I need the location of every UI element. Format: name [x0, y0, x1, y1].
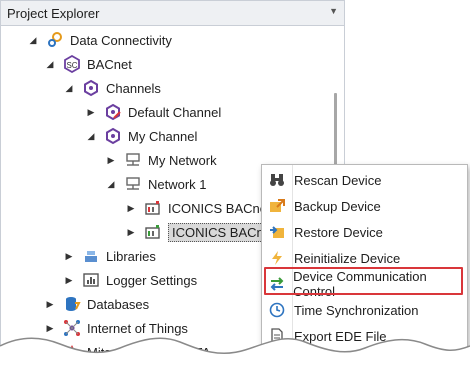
- tree-item-label: My Channel: [128, 128, 198, 144]
- collapsed-arrow-icon[interactable]: ▶: [62, 251, 76, 262]
- tree-item-label: Data Connectivity: [70, 32, 172, 48]
- svg-text:SC: SC: [66, 61, 77, 70]
- collapsed-arrow-icon[interactable]: ▶: [124, 227, 138, 238]
- tree-item-logger-settings[interactable]: ▶ Logger Settings: [62, 268, 198, 292]
- context-menu: Rescan Device Backup Device Restore Devi…: [261, 164, 468, 354]
- expanded-arrow-icon[interactable]: ◢: [62, 83, 76, 94]
- binoculars-icon: [262, 172, 292, 188]
- tree-item-label: BACnet: [87, 56, 132, 72]
- expanded-arrow-icon[interactable]: ◢: [84, 131, 98, 142]
- expanded-arrow-icon[interactable]: ◢: [26, 35, 40, 46]
- channel-icon: [104, 103, 122, 121]
- device-icon: [144, 223, 162, 241]
- tree-item-channels[interactable]: ◢ Channels: [62, 76, 161, 100]
- menu-item-backup-device[interactable]: Backup Device: [262, 193, 467, 219]
- highlight-box: [264, 267, 463, 295]
- collapsed-arrow-icon[interactable]: ▶: [84, 107, 98, 118]
- tree-item-label: Databases: [87, 296, 150, 312]
- tree-item-label: Network 1: [148, 176, 207, 192]
- tree-item-label: Libraries: [106, 248, 156, 264]
- device-icon: [144, 199, 162, 217]
- torn-edge: [0, 337, 470, 375]
- tree-item-label: My Network: [148, 152, 217, 168]
- tree-item-network-1[interactable]: ◢ Network 1: [104, 172, 207, 196]
- collapsed-arrow-icon[interactable]: ▶: [62, 275, 76, 286]
- tree-item-default-channel[interactable]: ▶ Default Channel: [84, 100, 221, 124]
- panel-titlebar: Project Explorer ▼: [0, 0, 345, 26]
- tree-item-data-connectivity[interactable]: ◢ Data Connectivity: [26, 28, 172, 52]
- data-connectivity-icon: [46, 31, 64, 49]
- database-icon: [63, 295, 81, 313]
- backup-icon: [262, 198, 292, 214]
- logger-icon: [82, 271, 100, 289]
- tree-item-bacnet[interactable]: ◢ SC BACnet: [43, 52, 132, 76]
- tree-item-device-1[interactable]: ▶ ICONICS BACnet -: [124, 196, 279, 220]
- bacnet-icon: SC: [63, 55, 81, 73]
- lightning-icon: [262, 250, 292, 266]
- tree-item-my-channel[interactable]: ◢ My Channel: [84, 124, 197, 148]
- libraries-icon: [82, 247, 100, 265]
- expanded-arrow-icon[interactable]: ◢: [104, 179, 118, 190]
- tree-item-label: Default Channel: [128, 104, 222, 120]
- menu-item-rescan-device[interactable]: Rescan Device: [262, 167, 467, 193]
- expanded-arrow-icon[interactable]: ◢: [43, 59, 57, 70]
- network-icon: [124, 151, 142, 169]
- menu-item-label: Backup Device: [294, 198, 381, 214]
- project-explorer-panel: Project Explorer ▼ ◢ Data Connectivity ◢…: [0, 0, 470, 375]
- menu-item-label: Restore Device: [294, 224, 383, 240]
- menu-item-label: Reinitialize Device: [294, 250, 401, 266]
- collapsed-arrow-icon[interactable]: ▶: [104, 155, 118, 166]
- panel-title: Project Explorer: [7, 6, 100, 21]
- tree-item-label: Logger Settings: [106, 272, 198, 288]
- restore-icon: [262, 224, 292, 240]
- collapsed-arrow-icon[interactable]: ▶: [43, 299, 57, 310]
- channel-icon: [104, 127, 122, 145]
- menu-item-time-synchronization[interactable]: Time Synchronization: [262, 297, 467, 323]
- collapsed-arrow-icon[interactable]: ▶: [124, 203, 138, 214]
- tree-item-databases[interactable]: ▶ Databases: [43, 292, 150, 316]
- tree-item-label: Channels: [106, 80, 161, 96]
- menu-item-label: Time Synchronization: [294, 302, 419, 318]
- menu-item-label: Rescan Device: [294, 172, 382, 188]
- channels-icon: [82, 79, 100, 97]
- menu-item-restore-device[interactable]: Restore Device: [262, 219, 467, 245]
- clock-icon: [262, 302, 292, 318]
- tree-item-libraries[interactable]: ▶ Libraries: [62, 244, 156, 268]
- tree-item-my-network[interactable]: ▶ My Network: [104, 148, 217, 172]
- network-icon: [124, 175, 142, 193]
- chevron-down-icon[interactable]: ▼: [329, 6, 338, 16]
